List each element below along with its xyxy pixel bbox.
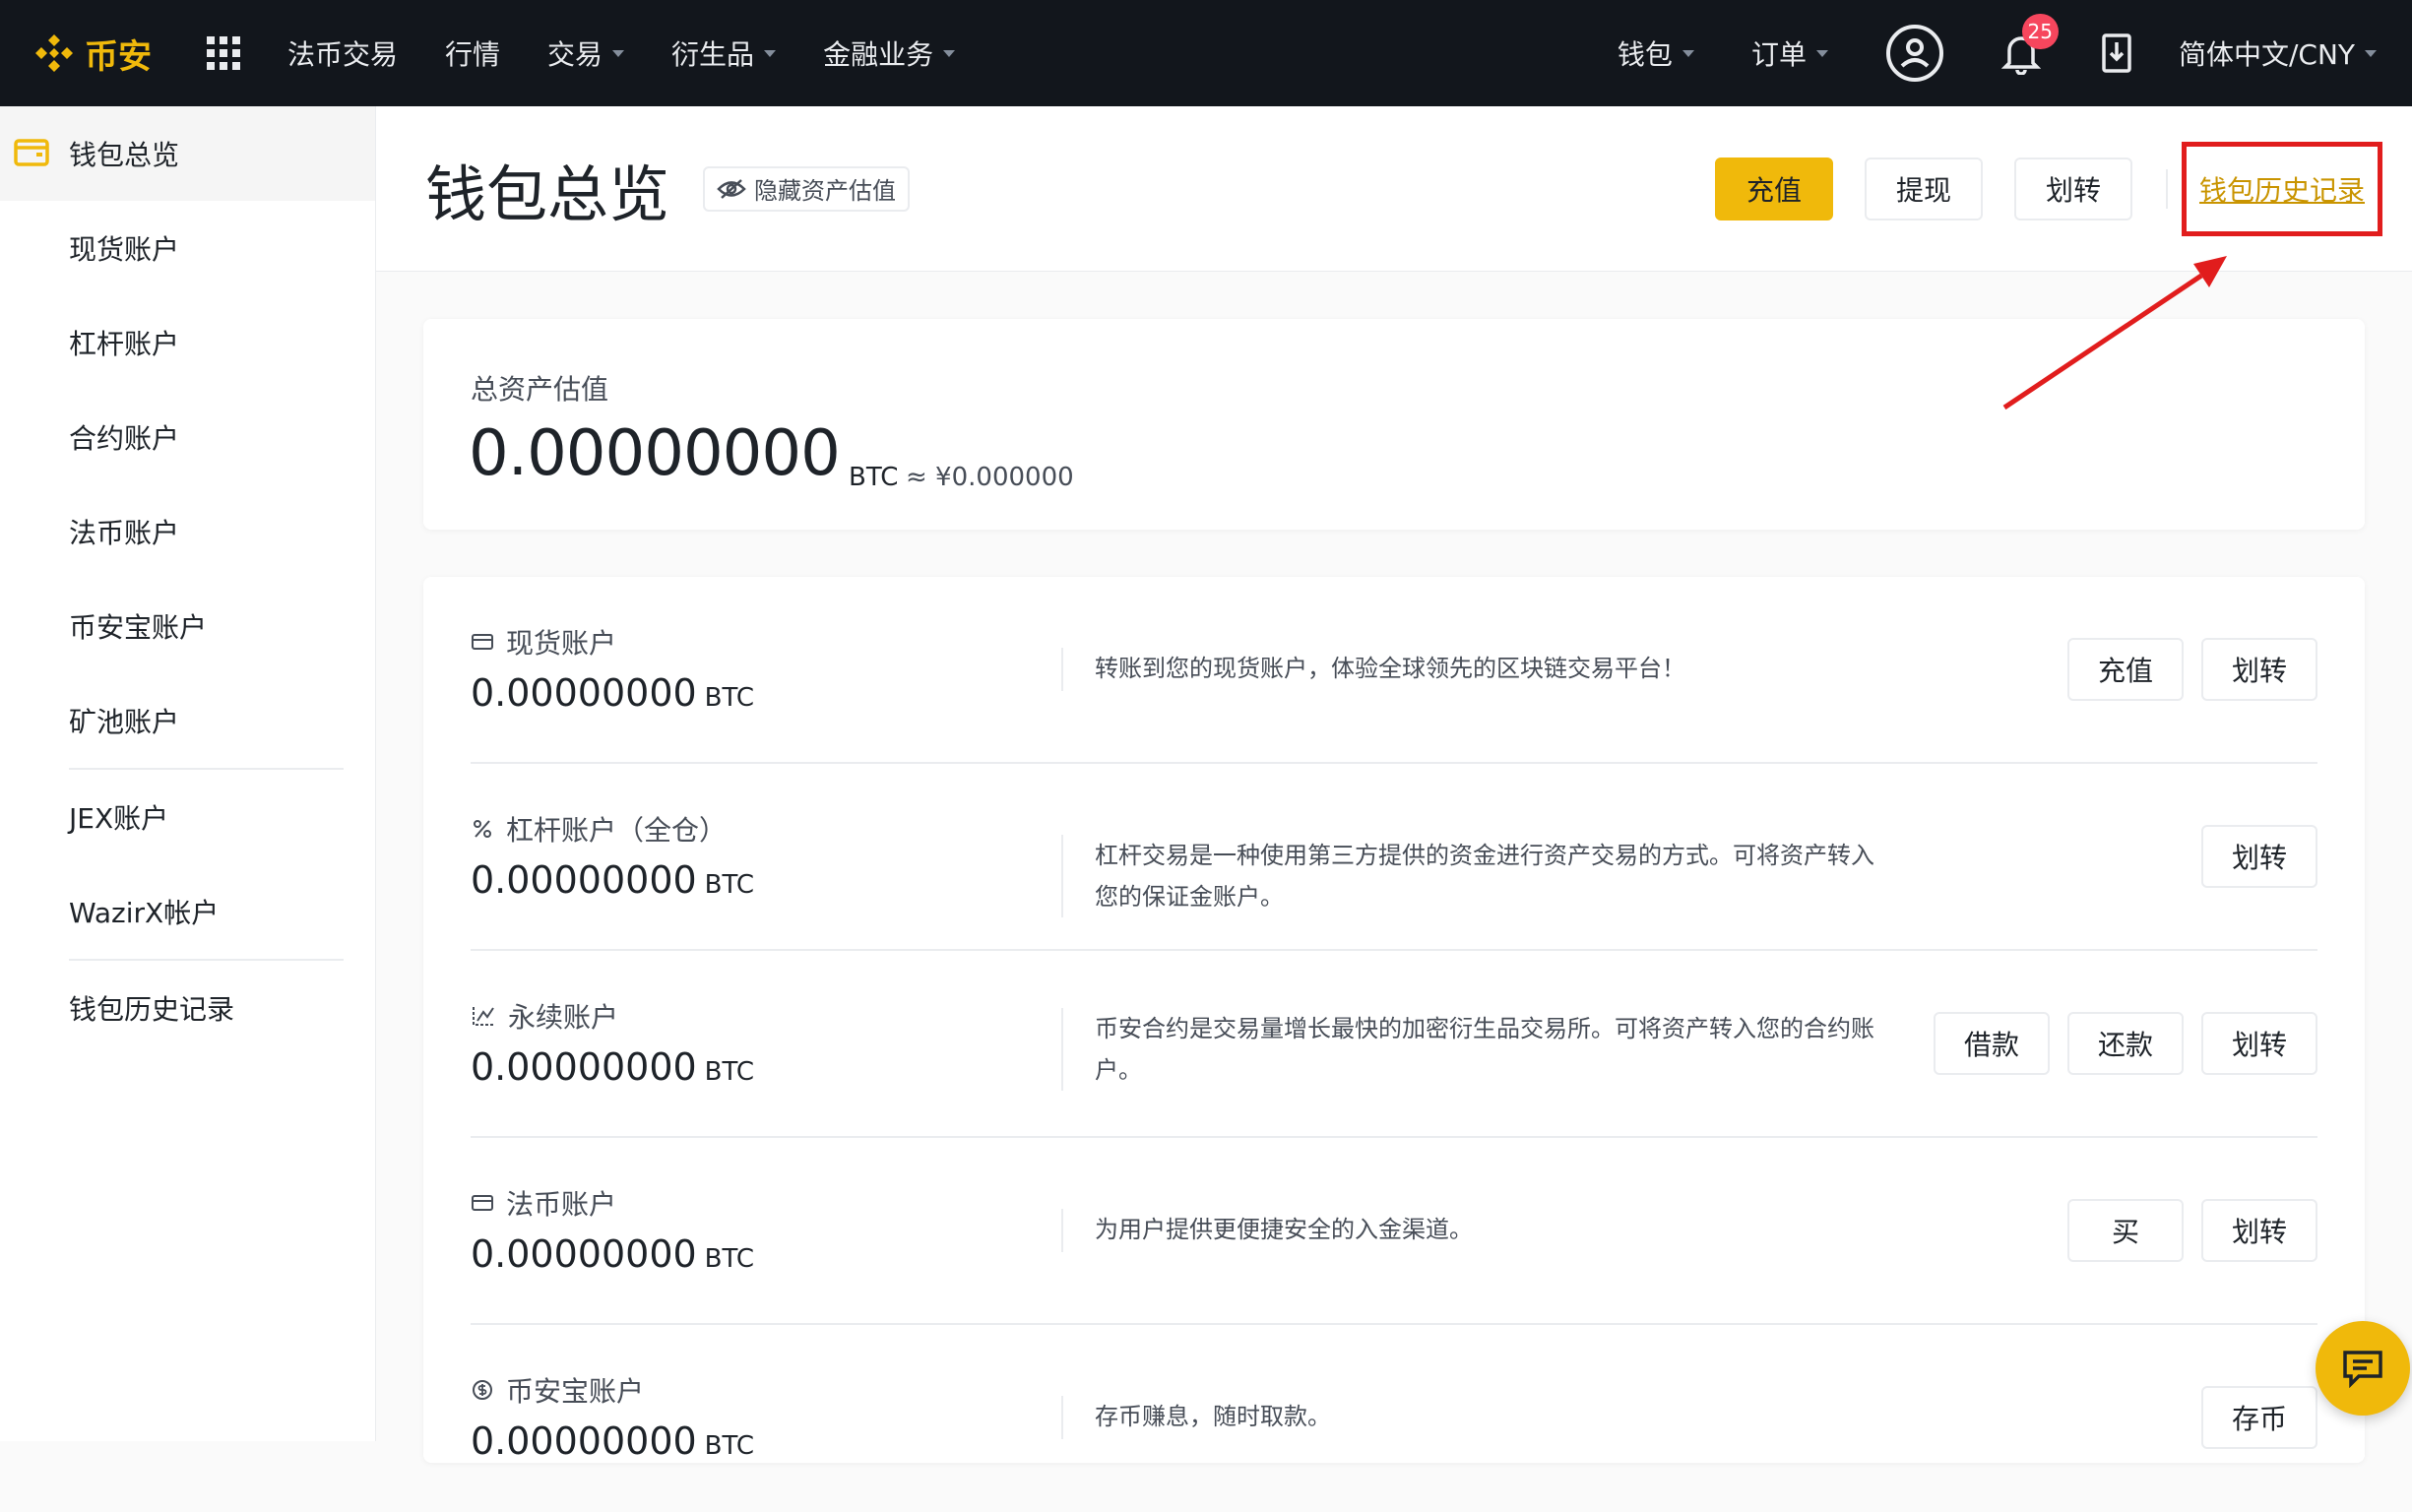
chevron-down-icon bbox=[612, 49, 625, 57]
nav-trade[interactable]: 交易 bbox=[547, 33, 625, 73]
sidebar: 钱包总览 现货账户 杠杆账户 合约账户 法币账户 币安宝账户 矿池账户 JEX账… bbox=[0, 106, 376, 1441]
accounts-card: 现货账户 0.00000000 BTC 转账到您的现货账户，体验全球领先的区块链交… bbox=[423, 577, 2365, 1463]
notification-count-badge: 25 bbox=[2021, 14, 2059, 49]
user-icon bbox=[1885, 25, 1943, 82]
account-row-savings: 币安宝账户 0.00000000 BTC 存币赚息，随时取款。 存币 bbox=[471, 1325, 2317, 1512]
nav-derivatives[interactable]: 衍生品 bbox=[671, 33, 777, 73]
sidebar-item-jex[interactable]: JEX账户 bbox=[0, 770, 375, 864]
account-description: 币安合约是交易量增长最快的加密衍生品交易所。可将资产转入您的合约账户。 bbox=[1061, 1008, 1878, 1091]
notifications-button[interactable]: 25 bbox=[2000, 14, 2059, 75]
binance-logo-icon bbox=[35, 34, 73, 72]
account-balance: 0.00000000 BTC bbox=[471, 1045, 755, 1089]
main-content: 钱包总览 隐藏资产估值 充值 提现 划转 钱包历史记录 总资产估值 0.0000… bbox=[376, 106, 2412, 1463]
brand-name: 币安 bbox=[85, 36, 152, 77]
page-header: 钱包总览 隐藏资产估值 充值 提现 划转 钱包历史记录 bbox=[376, 106, 2412, 272]
top-navbar: 币安 法币交易 行情 交易 衍生品 金融业务 钱包 订单 25 简体中文/CNY bbox=[0, 0, 2412, 106]
sidebar-item-futures[interactable]: 合约账户 bbox=[0, 390, 375, 484]
spot-deposit-button[interactable]: 充值 bbox=[2067, 638, 2184, 701]
sidebar-item-margin[interactable]: 杠杆账户 bbox=[0, 295, 375, 390]
chevron-down-icon bbox=[943, 49, 956, 57]
account-balance: 0.00000000 BTC bbox=[471, 858, 755, 902]
account-row-futures: 永续账户 0.00000000 BTC 币安合约是交易量增长最快的加密衍生品交易所… bbox=[471, 951, 2317, 1138]
download-icon bbox=[2102, 33, 2131, 73]
futures-repay-button[interactable]: 还款 bbox=[2067, 1012, 2184, 1075]
wallet-history-link[interactable]: 钱包历史记录 bbox=[2199, 169, 2365, 209]
account-balance: 0.00000000 BTC bbox=[471, 671, 755, 715]
header-divider bbox=[2166, 169, 2168, 209]
nav-fiat-trade[interactable]: 法币交易 bbox=[287, 33, 398, 73]
total-assets-value: 0.00000000 bbox=[469, 417, 841, 490]
transfer-button[interactable]: 划转 bbox=[2014, 158, 2132, 220]
total-assets-fiat: ≈ ¥0.000000 bbox=[906, 463, 1074, 492]
futures-icon bbox=[473, 1007, 494, 1026]
nav-orders[interactable]: 订单 bbox=[1751, 33, 1828, 73]
brand-logo[interactable]: 币安 bbox=[30, 0, 152, 106]
account-description: 为用户提供更便捷安全的入金渠道。 bbox=[1061, 1209, 1878, 1252]
account-balance: 0.00000000 BTC bbox=[471, 1232, 755, 1276]
nav-markets[interactable]: 行情 bbox=[445, 33, 500, 73]
account-name: 法币账户 bbox=[506, 1188, 617, 1221]
user-account-button[interactable] bbox=[1885, 24, 1944, 83]
nav-finance[interactable]: 金融业务 bbox=[823, 33, 956, 73]
card-icon bbox=[472, 634, 493, 650]
account-balance: 0.00000000 BTC bbox=[471, 1419, 755, 1463]
withdraw-button[interactable]: 提现 bbox=[1865, 158, 1983, 220]
chevron-down-icon bbox=[764, 49, 777, 57]
total-assets-unit: BTC bbox=[849, 463, 899, 492]
hide-assets-toggle[interactable]: 隐藏资产估值 bbox=[703, 165, 911, 212]
account-name: 永续账户 bbox=[508, 1001, 619, 1034]
eye-off-icon bbox=[717, 178, 746, 199]
account-row-fiat: 法币账户 0.00000000 BTC 为用户提供更便捷安全的入金渠道。 买 划转 bbox=[471, 1138, 2317, 1325]
fiat-transfer-button[interactable]: 划转 bbox=[2201, 1199, 2317, 1262]
sidebar-item-savings[interactable]: 币安宝账户 bbox=[0, 579, 375, 673]
total-assets-label: 总资产估值 bbox=[471, 373, 609, 406]
sidebar-item-wazirx[interactable]: WazirX帐户 bbox=[0, 864, 375, 959]
chat-support-button[interactable] bbox=[2316, 1321, 2410, 1416]
sidebar-item-fiat[interactable]: 法币账户 bbox=[0, 484, 375, 579]
total-assets-card: 总资产估值 0.00000000 BTC ≈ ¥0.000000 bbox=[423, 319, 2365, 530]
spot-transfer-button[interactable]: 划转 bbox=[2201, 638, 2317, 701]
highlight-box: 钱包历史记录 bbox=[2182, 142, 2382, 236]
account-description: 存币赚息，随时取款。 bbox=[1061, 1396, 1878, 1439]
download-app-button[interactable] bbox=[2102, 33, 2131, 73]
chevron-down-icon bbox=[1815, 49, 1828, 57]
card-icon bbox=[472, 1195, 493, 1211]
account-name: 杠杆账户（全仓） bbox=[506, 814, 728, 847]
language-currency-select[interactable]: 简体中文/CNY bbox=[2179, 33, 2377, 73]
futures-transfer-button[interactable]: 划转 bbox=[2201, 1012, 2317, 1075]
fiat-buy-button[interactable]: 买 bbox=[2067, 1199, 2184, 1262]
sidebar-item-spot[interactable]: 现货账户 bbox=[0, 201, 375, 295]
chevron-down-icon bbox=[2365, 49, 2377, 57]
chevron-down-icon bbox=[1682, 49, 1694, 57]
percent-icon bbox=[474, 820, 491, 838]
account-description: 杠杆交易是一种使用第三方提供的资金进行资产交易的方式。可将资产转入您的保证金账户… bbox=[1061, 835, 1878, 917]
account-description: 转账到您的现货账户，体验全球领先的区块链交易平台！ bbox=[1061, 648, 1878, 691]
account-name: 币安宝账户 bbox=[506, 1375, 645, 1408]
sidebar-item-pool[interactable]: 矿池账户 bbox=[0, 673, 375, 768]
margin-transfer-button[interactable]: 划转 bbox=[2201, 825, 2317, 888]
account-row-margin: 杠杆账户（全仓） 0.00000000 BTC 杠杆交易是一种使用第三方提供的资金… bbox=[471, 764, 2317, 951]
sidebar-item-wallet-history[interactable]: 钱包历史记录 bbox=[0, 961, 375, 1055]
account-name: 现货账户 bbox=[506, 627, 617, 660]
deposit-button[interactable]: 充值 bbox=[1715, 158, 1833, 220]
chat-icon bbox=[2343, 1351, 2382, 1388]
page-title: 钱包总览 bbox=[425, 158, 670, 230]
sidebar-item-wallet-overview[interactable]: 钱包总览 bbox=[0, 106, 375, 201]
savings-icon bbox=[473, 1380, 492, 1400]
wallet-icon bbox=[14, 139, 49, 166]
futures-borrow-button[interactable]: 借款 bbox=[1934, 1012, 2050, 1075]
account-row-spot: 现货账户 0.00000000 BTC 转账到您的现货账户，体验全球领先的区块链交… bbox=[471, 577, 2317, 764]
savings-deposit-button[interactable]: 存币 bbox=[2201, 1386, 2317, 1449]
apps-grid-icon[interactable] bbox=[207, 36, 240, 70]
nav-wallet[interactable]: 钱包 bbox=[1618, 33, 1694, 73]
